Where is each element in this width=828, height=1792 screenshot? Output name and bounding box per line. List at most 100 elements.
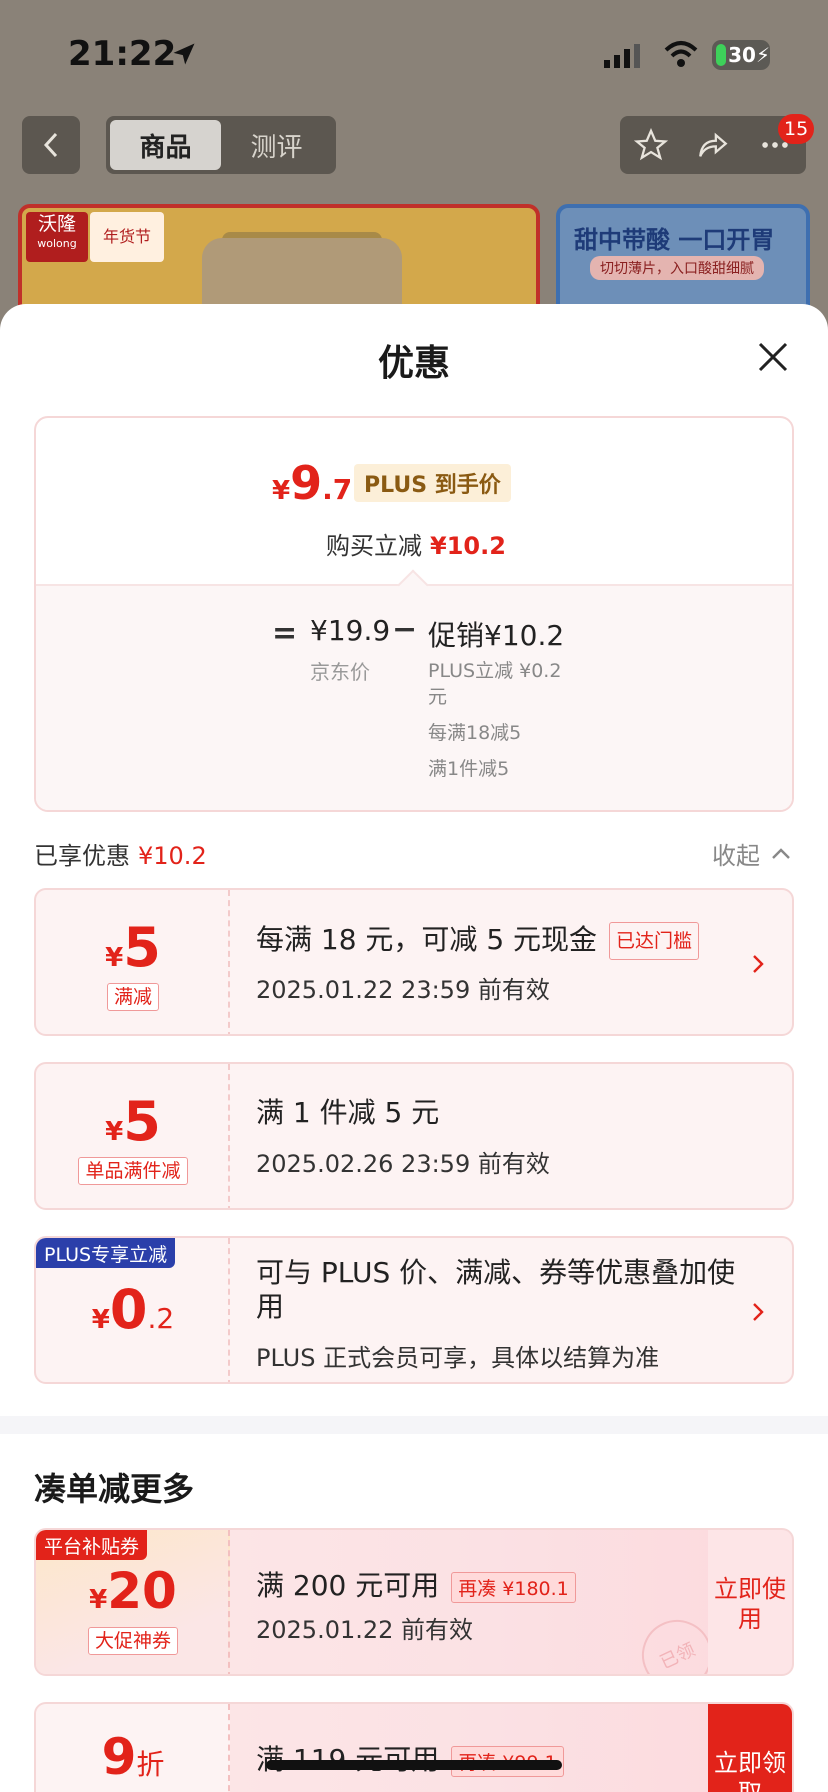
chevron-right-icon (753, 1303, 764, 1321)
promo-items: PLUS立减 ¥0.2元 每满18减5 满1件减5 (428, 658, 568, 792)
buy-reduce: 购买立减 ¥10.2 (36, 526, 792, 561)
coupon-amount-number: 20 (107, 1562, 177, 1620)
coupon-amount: ¥5 (36, 1090, 230, 1153)
banner-right-title: 甜中带酸 一口开胃 (574, 226, 775, 254)
jd-price: ¥19.9 (310, 614, 391, 647)
platform-subsidy-tag: 平台补贴券 (36, 1530, 148, 1560)
price-integer: 9 (290, 456, 323, 510)
need-more-tag: 再凑 ¥180.1 (451, 1571, 576, 1603)
use-now-button[interactable]: 立即使用 (708, 1530, 792, 1674)
promo-total: 促销¥10.2 (428, 619, 565, 652)
collapse-button[interactable]: 收起 (712, 836, 794, 871)
coupon-validity: PLUS 正式会员可享，具体以结算为准 (256, 1344, 660, 1372)
cellular-signal-icon (604, 44, 640, 68)
tab-product[interactable]: 商品 (110, 120, 221, 170)
coupon-left: ¥5 单品满件减 (36, 1064, 230, 1208)
section-divider (0, 1416, 828, 1434)
coupon-title: 满 1 件减 5 元 (256, 1096, 440, 1129)
home-indicator[interactable] (266, 1760, 562, 1770)
price-currency: ¥ (272, 476, 291, 506)
buy-reduce-label: 购买立减 (326, 532, 423, 560)
enjoyed-label: 已享优惠 ¥10.2 (34, 836, 207, 871)
buy-reduce-value: ¥10.2 (430, 532, 506, 560)
coupon-amount: 9折 (36, 1728, 230, 1786)
coupon-title: 每满 18 元，可减 5 元现金 已达门槛 (256, 922, 700, 960)
coupon-currency: ¥ (105, 943, 124, 973)
battery-level: 30 (728, 43, 756, 67)
status-bar: 21:22 30 ⚡ (0, 0, 828, 100)
minus-sign: − (392, 612, 418, 647)
coupon-amount: ¥20 (36, 1562, 230, 1620)
star-icon[interactable] (634, 128, 668, 162)
plus-price-tag: PLUS 到手价 (354, 464, 511, 502)
coupon-type-label: 大促神券 (87, 1627, 178, 1655)
battery-fill (716, 44, 727, 66)
threshold-reached-tag: 已达门槛 (609, 922, 700, 960)
coupon-type-label: 满减 (106, 983, 159, 1011)
enjoyed-discount-row: 已享优惠 ¥10.2 收起 (34, 830, 794, 870)
coupon-validity: 2025.01.22 23:59 前有效 (256, 976, 550, 1004)
coupon-currency: ¥ (89, 1585, 108, 1615)
notification-badge: 15 (778, 114, 815, 144)
claim-now-button[interactable]: 立即领取 (708, 1704, 792, 1792)
coupon-currency: ¥ (105, 1117, 124, 1147)
collapse-label: 收起 (712, 842, 760, 870)
enjoyed-label-text: 已享优惠 (34, 842, 130, 870)
chevron-up-icon (772, 847, 790, 859)
coupon-title: 可与 PLUS 价、满减、券等优惠叠加使用 (256, 1256, 736, 1323)
tab-review[interactable]: 测评 (221, 120, 332, 170)
status-time: 21:22 (68, 34, 177, 74)
coupon-amount-number: 9 (101, 1728, 137, 1786)
brand-sub: wolong (37, 237, 77, 250)
coupon-card[interactable]: ¥5 单品满件减 满 1 件减 5 元 2025.02.26 23:59 前有效 (34, 1062, 794, 1210)
coupon-type: 满减 (36, 982, 230, 1011)
back-button[interactable] (22, 116, 80, 174)
enjoyed-value: ¥10.2 (138, 842, 207, 870)
coupon-title-text: 每满 18 元，可减 5 元现金 (256, 923, 598, 956)
promo-item: 满1件减5 (428, 758, 510, 780)
coupon-validity: 2025.01.22 前有效 (256, 1616, 474, 1644)
brand-logo: 沃隆 wolong (26, 212, 88, 262)
plus-exclusive-tag: PLUS专享立减 (36, 1238, 176, 1268)
promo-item: 每满18减5 (428, 722, 522, 744)
equals-sign: = (272, 616, 298, 651)
coupon-unit: 折 (136, 1748, 165, 1781)
discount-sheet: 优惠 ¥9.7 PLUS 到手价 购买立减 ¥10.2 = ¥19.9 京东价 −… (0, 304, 828, 1792)
price-breakdown-card: ¥9.7 PLUS 到手价 购买立减 ¥10.2 = ¥19.9 京东价 − 促销… (34, 416, 794, 812)
coupon-title: 满 119 元可用再凑 ¥99.1 (256, 1738, 564, 1778)
coupon-amount-number: 0 (109, 1278, 148, 1341)
coupon-amount-decimal: .2 (147, 1302, 175, 1335)
coupon-type-label: 单品满件减 (78, 1157, 188, 1185)
coupon-type: 单品满件减 (36, 1156, 230, 1185)
battery-indicator: 30 ⚡ (712, 40, 770, 70)
brand-name: 沃隆 (37, 213, 76, 235)
festival-tag: 年货节 (90, 212, 164, 262)
jd-price-label: 京东价 (310, 660, 370, 684)
coupon-left: 平台补贴券 ¥20 大促神券 (36, 1530, 230, 1674)
platform-coupon-card[interactable]: 平台补贴券 ¥20 大促神券 满 200 元可用 再凑 ¥180.1 2025.0… (34, 1528, 794, 1676)
discount-coupon-card[interactable]: 9折 满 119 元可用再凑 ¥99.1 立即领取 (34, 1702, 794, 1792)
coupon-title: 满 200 元可用 再凑 ¥180.1 (256, 1564, 576, 1604)
coupon-left: 9折 (36, 1704, 230, 1792)
banner-right-sub: 切切薄片，入口酸甜细腻 (590, 256, 764, 280)
charging-icon: ⚡ (755, 43, 770, 67)
coupon-currency: ¥ (91, 1305, 110, 1335)
coupon-left: ¥5 满减 (36, 890, 230, 1034)
promo-item: PLUS立减 ¥0.2元 (428, 660, 562, 708)
close-icon[interactable] (756, 340, 790, 374)
coupon-amount-number: 5 (123, 1090, 161, 1153)
coupon-title-text: 满 200 元可用 (256, 1569, 440, 1602)
coupon-amount: ¥0.2 (36, 1278, 230, 1341)
share-icon[interactable] (696, 128, 730, 162)
price-decimal: .7 (322, 473, 353, 506)
final-price-section: ¥9.7 PLUS 到手价 购买立减 ¥10.2 (36, 418, 792, 584)
location-arrow-icon (173, 43, 195, 65)
top-tabs: 商品 测评 (106, 116, 336, 174)
chevron-right-icon (753, 955, 764, 973)
price-formula: = ¥19.9 京东价 − 促销¥10.2 PLUS立减 ¥0.2元 每满18减… (36, 569, 792, 810)
coupon-type: 大促神券 (36, 1626, 230, 1655)
plus-discount-card[interactable]: PLUS专享立减 ¥0.2 可与 PLUS 价、满减、券等优惠叠加使用 PLUS… (34, 1236, 794, 1384)
coupon-left: PLUS专享立减 ¥0.2 (36, 1238, 230, 1382)
coupon-card[interactable]: ¥5 满减 每满 18 元，可减 5 元现金 已达门槛 2025.01.22 23… (34, 888, 794, 1036)
final-price: ¥9.7 (272, 456, 352, 510)
